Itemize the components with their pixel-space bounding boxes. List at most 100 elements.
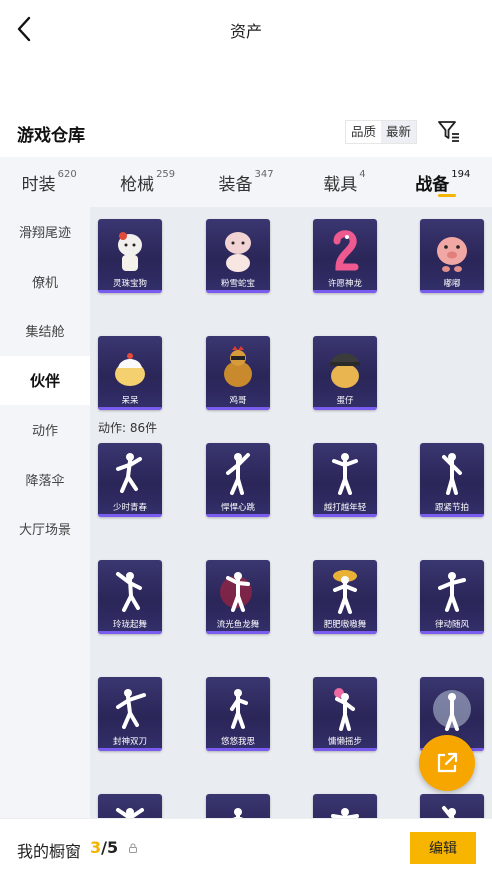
sidebar-item-glide-trail[interactable]: 滑翔尾迹 (0, 207, 90, 257)
tab-count: 347 (254, 168, 274, 180)
item-name: 蛋仔 (336, 396, 354, 406)
item-name: 粉雪蛇宝 (220, 279, 255, 289)
item-name: 呆呆 (121, 396, 139, 406)
tab-label: 枪械 (120, 174, 155, 195)
active-tab-indicator (437, 194, 456, 197)
sidebar-item-pod[interactable]: 集结舱 (0, 306, 90, 356)
dragon-figure-icon (321, 225, 369, 277)
item-card[interactable]: 越打越年轻 (313, 443, 377, 517)
wardrobe-total: /5 (101, 838, 119, 857)
sidebar-item-emote[interactable]: 动作 (0, 405, 90, 455)
dancer-figure-icon (321, 449, 369, 501)
item-card[interactable]: 肥肥嗷嗷舞 (313, 560, 377, 634)
dancer-figure-icon (321, 683, 369, 735)
item-card[interactable] (98, 794, 162, 818)
dancer-figure-icon (428, 566, 476, 618)
item-name: 越打越年轻 (323, 503, 367, 513)
item-card[interactable]: 鸡哥 (206, 336, 270, 410)
lock-icon (129, 843, 137, 853)
item-card[interactable]: 少时青春 (98, 443, 162, 517)
tab-fashion[interactable]: 时装 620 (0, 157, 98, 207)
dancer-figure-icon (321, 566, 369, 618)
tab-battle-prep[interactable]: 战备 194 (394, 157, 492, 207)
tab-label: 时装 (21, 174, 56, 195)
dog-figure-icon (106, 225, 154, 277)
wardrobe-count: 3/5 (90, 838, 118, 857)
dancer-figure-icon (321, 800, 369, 818)
item-name: 慵懒摇步 (327, 737, 362, 747)
dancer-figure-icon (106, 683, 154, 735)
item-card[interactable]: 悠悠我思 (206, 677, 270, 751)
bottom-bar: 我的橱窗 3/5 编辑 (0, 818, 492, 876)
sort-option-quality[interactable]: 品质 (346, 121, 381, 143)
tab-label: 装备 (218, 174, 253, 195)
item-name: 悠悠我思 (220, 737, 255, 747)
item-name: 流光鱼龙舞 (216, 620, 260, 630)
share-icon (437, 752, 458, 773)
wardrobe-current: 3 (90, 838, 102, 857)
item-card[interactable]: 呆呆 (98, 336, 162, 410)
item-name: 灵珠宝狗 (112, 279, 147, 289)
category-tabs: 时装 620 枪械 259 装备 347 载具 4 战备 194 (0, 157, 492, 207)
filter-button[interactable] (436, 118, 462, 144)
dancer-figure-icon (106, 566, 154, 618)
item-name: 少时青春 (112, 503, 147, 513)
item-grid: 灵珠宝狗 粉雪蛇宝 许愿神龙 嘟嘟 呆呆 鸡哥 蛋仔 动作: 86件 少时青春 … (90, 207, 492, 818)
tab-vehicles[interactable]: 载具 4 (295, 157, 393, 207)
item-card[interactable]: 流光鱼龙舞 (206, 560, 270, 634)
edit-button[interactable]: 编辑 (410, 832, 476, 864)
dancer-figure-icon (106, 449, 154, 501)
item-card[interactable]: 许愿神龙 (313, 219, 377, 293)
tab-count: 259 (156, 168, 176, 180)
sidebar-item-lobby-scene[interactable]: 大厅场景 (0, 504, 90, 554)
share-button[interactable] (419, 735, 475, 791)
item-card[interactable] (420, 794, 484, 818)
dancer-figure-icon (214, 800, 262, 818)
item-card[interactable] (313, 794, 377, 818)
item-card[interactable]: 玲珑起舞 (98, 560, 162, 634)
wardrobe-label: 我的橱窗 (17, 842, 82, 861)
sort-toggle[interactable]: 品质 最新 (345, 120, 418, 144)
item-card[interactable]: 粉雪蛇宝 (206, 219, 270, 293)
dancer-figure-icon (428, 683, 476, 735)
sidebar: 滑翔尾迹 僚机 集结舱 伙伴 动作 降落伞 大厅场景 (0, 207, 90, 818)
dancer-figure-icon (214, 683, 262, 735)
pig-figure-icon (428, 225, 476, 277)
sidebar-item-parachute[interactable]: 降落伞 (0, 455, 90, 505)
tab-guns[interactable]: 枪械 259 (98, 157, 196, 207)
item-name: 悍悍心跳 (220, 503, 255, 513)
item-card[interactable]: 跟紧节拍 (420, 443, 484, 517)
sort-option-latest[interactable]: 最新 (381, 121, 417, 143)
item-card[interactable] (206, 794, 270, 818)
dancer-figure-icon (428, 449, 476, 501)
item-card[interactable]: 嘟嘟 (420, 219, 484, 293)
group-label-actions: 动作: 86件 (98, 421, 158, 435)
tab-count: 4 (359, 168, 366, 180)
item-card[interactable]: 封神双刀 (98, 677, 162, 751)
tab-label: 载具 (323, 174, 358, 195)
item-card[interactable]: 慵懒摇步 (313, 677, 377, 751)
top-bar: 资产 (0, 0, 492, 60)
snake-figure-icon (214, 225, 262, 277)
tab-equipment[interactable]: 装备 347 (197, 157, 295, 207)
chick-figure-icon (106, 342, 154, 394)
item-name: 许愿神龙 (327, 279, 362, 289)
item-card[interactable]: 悍悍心跳 (206, 443, 270, 517)
item-card[interactable]: 律动随风 (420, 560, 484, 634)
dancer-figure-icon (214, 566, 262, 618)
tab-label: 战备 (415, 174, 450, 195)
filter-icon (438, 121, 459, 142)
item-card[interactable]: 蛋仔 (313, 336, 377, 410)
sidebar-item-partner[interactable]: 伙伴 (0, 355, 90, 405)
item-name: 鸡哥 (229, 396, 247, 406)
dancer-figure-icon (106, 800, 154, 818)
tab-count: 620 (57, 168, 77, 180)
item-name: 封神双刀 (112, 737, 147, 747)
item-card[interactable]: 灵珠宝狗 (98, 219, 162, 293)
sidebar-item-wingman[interactable]: 僚机 (0, 257, 90, 307)
item-name: 律动随风 (434, 620, 469, 630)
item-name: 跟紧节拍 (434, 503, 469, 513)
rooster-figure-icon (214, 342, 262, 394)
section-title: 游戏仓库 (17, 126, 85, 146)
item-name: 肥肥嗷嗷舞 (323, 620, 367, 630)
